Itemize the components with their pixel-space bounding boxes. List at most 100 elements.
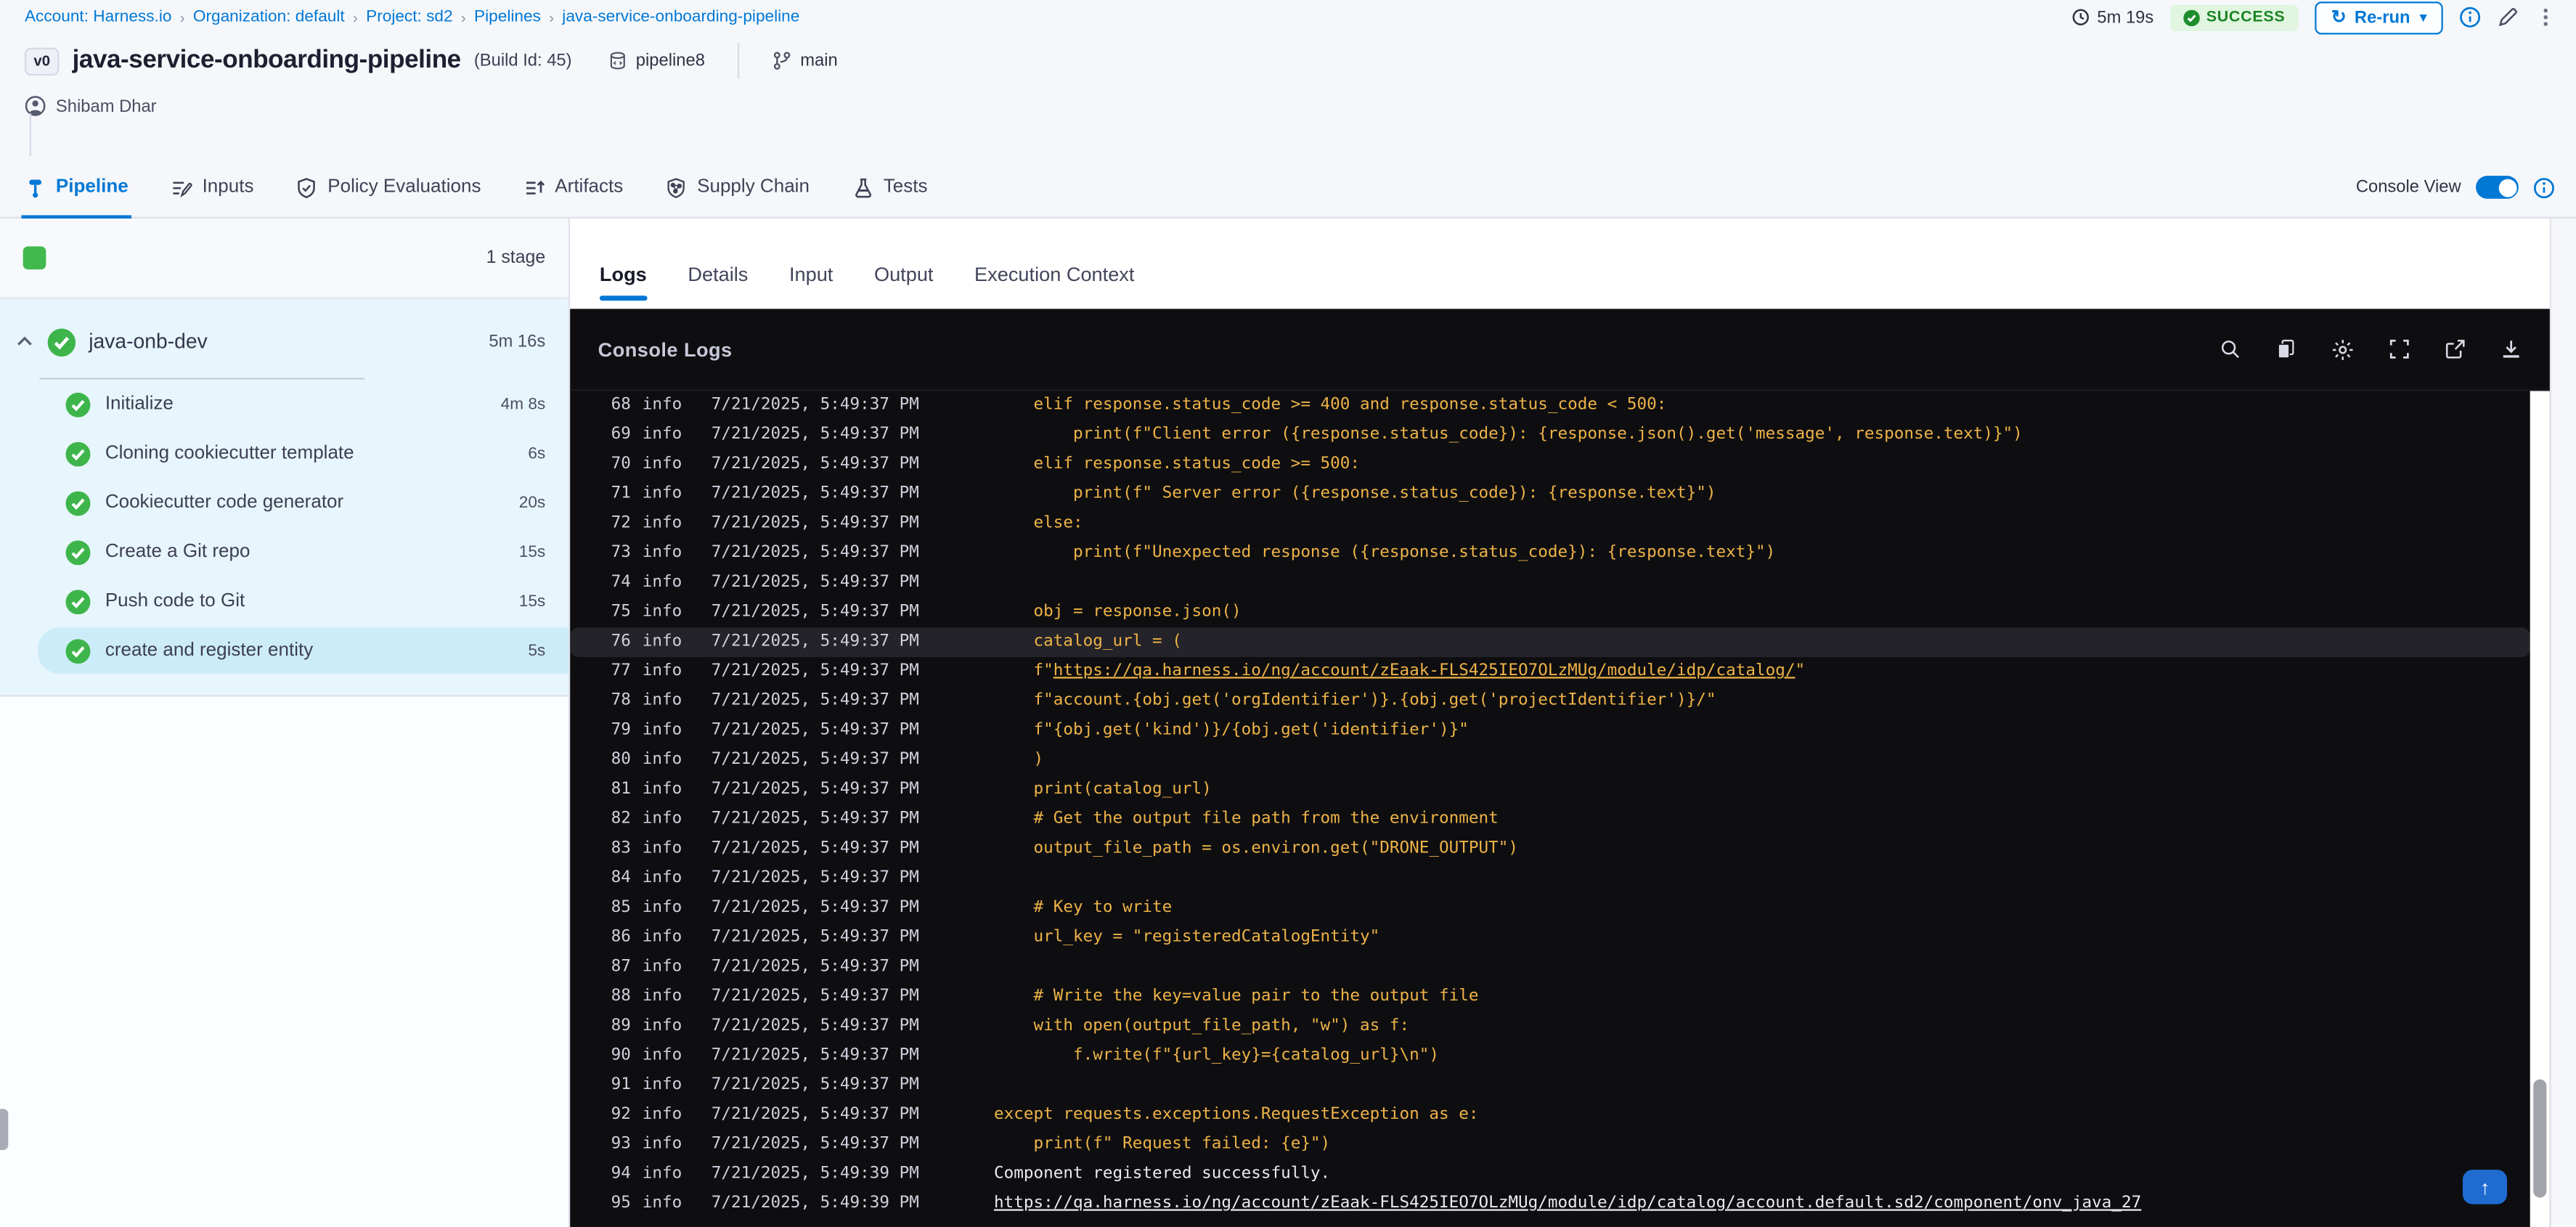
log-text: # Key to write (993, 898, 1173, 917)
download-icon[interactable] (2500, 338, 2522, 359)
author-name: Shibam Dhar (55, 96, 157, 116)
copy-icon[interactable] (2275, 338, 2296, 359)
log-level: info (642, 425, 682, 444)
log-row: 72 info 7/21/2025, 5:49:37 PM else: (570, 509, 2530, 539)
tab-supply-chain[interactable]: Supply Chain (666, 158, 810, 216)
log-link[interactable]: https://qa.harness.io/ng/account/zEaak-F… (1053, 662, 1796, 680)
log-line-number: 73 (611, 543, 631, 562)
console-title: Console Logs (598, 338, 733, 361)
step-row-create-a-git-repo[interactable]: Create a Git repo 15s (0, 527, 568, 576)
success-check-icon (2183, 9, 2200, 26)
log-level: info (642, 898, 682, 917)
log-message: elif response.status_code >= 500: (994, 450, 1360, 480)
log-row: 82 info 7/21/2025, 5:49:37 PM # Get the ou… (570, 805, 2530, 835)
log-level: info (642, 987, 682, 1006)
detail-tab-output[interactable]: Output (874, 262, 934, 285)
tab-pipeline[interactable]: Pipeline (21, 158, 132, 219)
tab-policy-evaluations[interactable]: Policy Evaluations (296, 158, 481, 216)
log-message: https://qa.harness.io/ng/account/zEaak-F… (994, 1189, 2141, 1219)
log-list[interactable]: 68 info 7/21/2025, 5:49:37 PM elif respons… (570, 391, 2530, 1227)
edit-pencil-icon[interactable] (2497, 7, 2518, 28)
log-row: 75 info 7/21/2025, 5:49:37 PM obj = respon… (570, 598, 2530, 628)
chevron-up-icon[interactable] (15, 332, 34, 351)
log-row: 68 info 7/21/2025, 5:49:37 PM elif respons… (570, 391, 2530, 421)
console-panel: Console Logs 68 info 7/21/2025, 5:49:37 PM… (570, 309, 2550, 1227)
stage-status-square (23, 246, 46, 270)
log-row: 79 info 7/21/2025, 5:49:37 PM f"{obj.get('… (570, 717, 2530, 746)
stage-name: java-onb-dev (89, 330, 208, 354)
detail-tab-execution-context[interactable]: Execution Context (974, 262, 1134, 285)
log-row: 89 info 7/21/2025, 5:49:37 PM with open(ou… (570, 1012, 2530, 1042)
breadcrumb-bar: Account: Harness.io › Organization: defaul… (0, 0, 2576, 34)
step-row-cloning-cookiecutter-template[interactable]: Cloning cookiecutter template 6s (0, 429, 568, 478)
log-timestamp: 7/21/2025, 5:49:37 PM (711, 928, 919, 947)
step-row-push-code-to-git[interactable]: Push code to Git 15s (0, 576, 568, 626)
step-row-initialize[interactable]: Initialize 4m 8s (0, 380, 568, 429)
tab-artifacts[interactable]: Artifacts (523, 158, 623, 216)
log-timestamp: 7/21/2025, 5:49:37 PM (711, 484, 919, 503)
step-success-icon (65, 589, 91, 614)
log-link[interactable]: https://qa.harness.io/ng/account/zEaak-F… (994, 1194, 2141, 1212)
log-line-number: 94 (611, 1165, 631, 1183)
log-line-number: 74 (611, 573, 631, 592)
log-row: 78 info 7/21/2025, 5:49:37 PM f"account.{o… (570, 687, 2530, 717)
branch-name[interactable]: main (800, 51, 838, 70)
log-text: elif response.status_code >= 500: (993, 454, 1361, 473)
log-message: print(f" Request failed: {e}") (994, 1130, 1330, 1160)
breadcrumb-link[interactable]: Account: Harness.io (25, 8, 172, 26)
tab-inputs[interactable]: Inputs (171, 158, 254, 216)
stage-row[interactable]: java-onb-dev 5m 16s (0, 306, 568, 378)
settings-icon[interactable] (2331, 338, 2355, 361)
console-view-info-icon[interactable] (2533, 176, 2554, 197)
breadcrumb-link[interactable]: Project: sd2 (366, 8, 453, 26)
git-branch-icon (773, 51, 792, 70)
breadcrumb-link[interactable]: java-service-onboarding-pipeline (562, 8, 799, 26)
detail-tab-logs[interactable]: Logs (599, 262, 647, 300)
open-new-icon[interactable] (2445, 338, 2466, 359)
run-actions: 5m 19s SUCCESS ↻ Re-run ▾ (2072, 1, 2556, 34)
log-text: ) (993, 751, 1044, 769)
detail-tab-details[interactable]: Details (688, 262, 748, 285)
log-line-number: 86 (611, 928, 631, 947)
search-icon[interactable] (2220, 338, 2241, 359)
detail-tab-input[interactable]: Input (789, 262, 833, 285)
rerun-button[interactable]: ↻ Re-run ▾ (2315, 1, 2443, 34)
log-level: info (642, 869, 682, 887)
tab-label: Inputs (202, 177, 254, 197)
log-level: info (642, 632, 682, 651)
page-scrollbar-strip[interactable] (2549, 218, 2576, 1227)
step-label: Initialize (105, 394, 174, 415)
step-row-create-and-register-entity[interactable]: create and register entity 5s (0, 626, 568, 675)
log-timestamp: 7/21/2025, 5:49:37 PM (711, 573, 919, 592)
log-row: 90 info 7/21/2025, 5:49:37 PM f.write(f"{u… (570, 1042, 2530, 1072)
breadcrumb-link[interactable]: Pipelines (474, 8, 541, 26)
log-level: info (642, 454, 682, 473)
step-list: Initialize 4m 8s Cloning cookiecutter temp… (0, 380, 568, 675)
policy-icon (296, 176, 317, 197)
log-text: " (1795, 661, 1806, 680)
log-timestamp: 7/21/2025, 5:49:37 PM (711, 1105, 919, 1124)
breadcrumb-separator: › (179, 9, 185, 26)
log-message: elif response.status_code >= 400 and res… (994, 391, 1666, 421)
log-level: info (642, 396, 682, 415)
log-text: # Write the key=value pair to the output… (993, 987, 1479, 1006)
repo-name[interactable]: pipeline8 (636, 51, 705, 70)
left-edge-handle[interactable] (0, 1109, 9, 1150)
log-level: info (642, 1046, 682, 1065)
scroll-to-top-button[interactable]: ↑ (2462, 1170, 2508, 1204)
log-timestamp: 7/21/2025, 5:49:37 PM (711, 1135, 919, 1154)
breadcrumb-link[interactable]: Organization: default (193, 8, 345, 26)
log-level: info (642, 958, 682, 977)
log-timestamp: 7/21/2025, 5:49:37 PM (711, 454, 919, 473)
kebab-menu-icon[interactable] (2535, 7, 2556, 28)
console-view-toggle[interactable] (2476, 176, 2519, 199)
log-text: Component registered successfully. (993, 1165, 1331, 1183)
log-level: info (642, 573, 682, 592)
tab-tests[interactable]: Tests (852, 158, 927, 216)
info-icon[interactable] (2459, 7, 2481, 28)
scrollbar-thumb[interactable] (2533, 1079, 2547, 1198)
step-row-cookiecutter-code-generator[interactable]: Cookiecutter code generator 20s (0, 478, 568, 527)
log-timestamp: 7/21/2025, 5:49:37 PM (711, 839, 919, 858)
fullscreen-icon[interactable] (2389, 338, 2410, 359)
console-scrollbar[interactable] (2530, 391, 2550, 1227)
